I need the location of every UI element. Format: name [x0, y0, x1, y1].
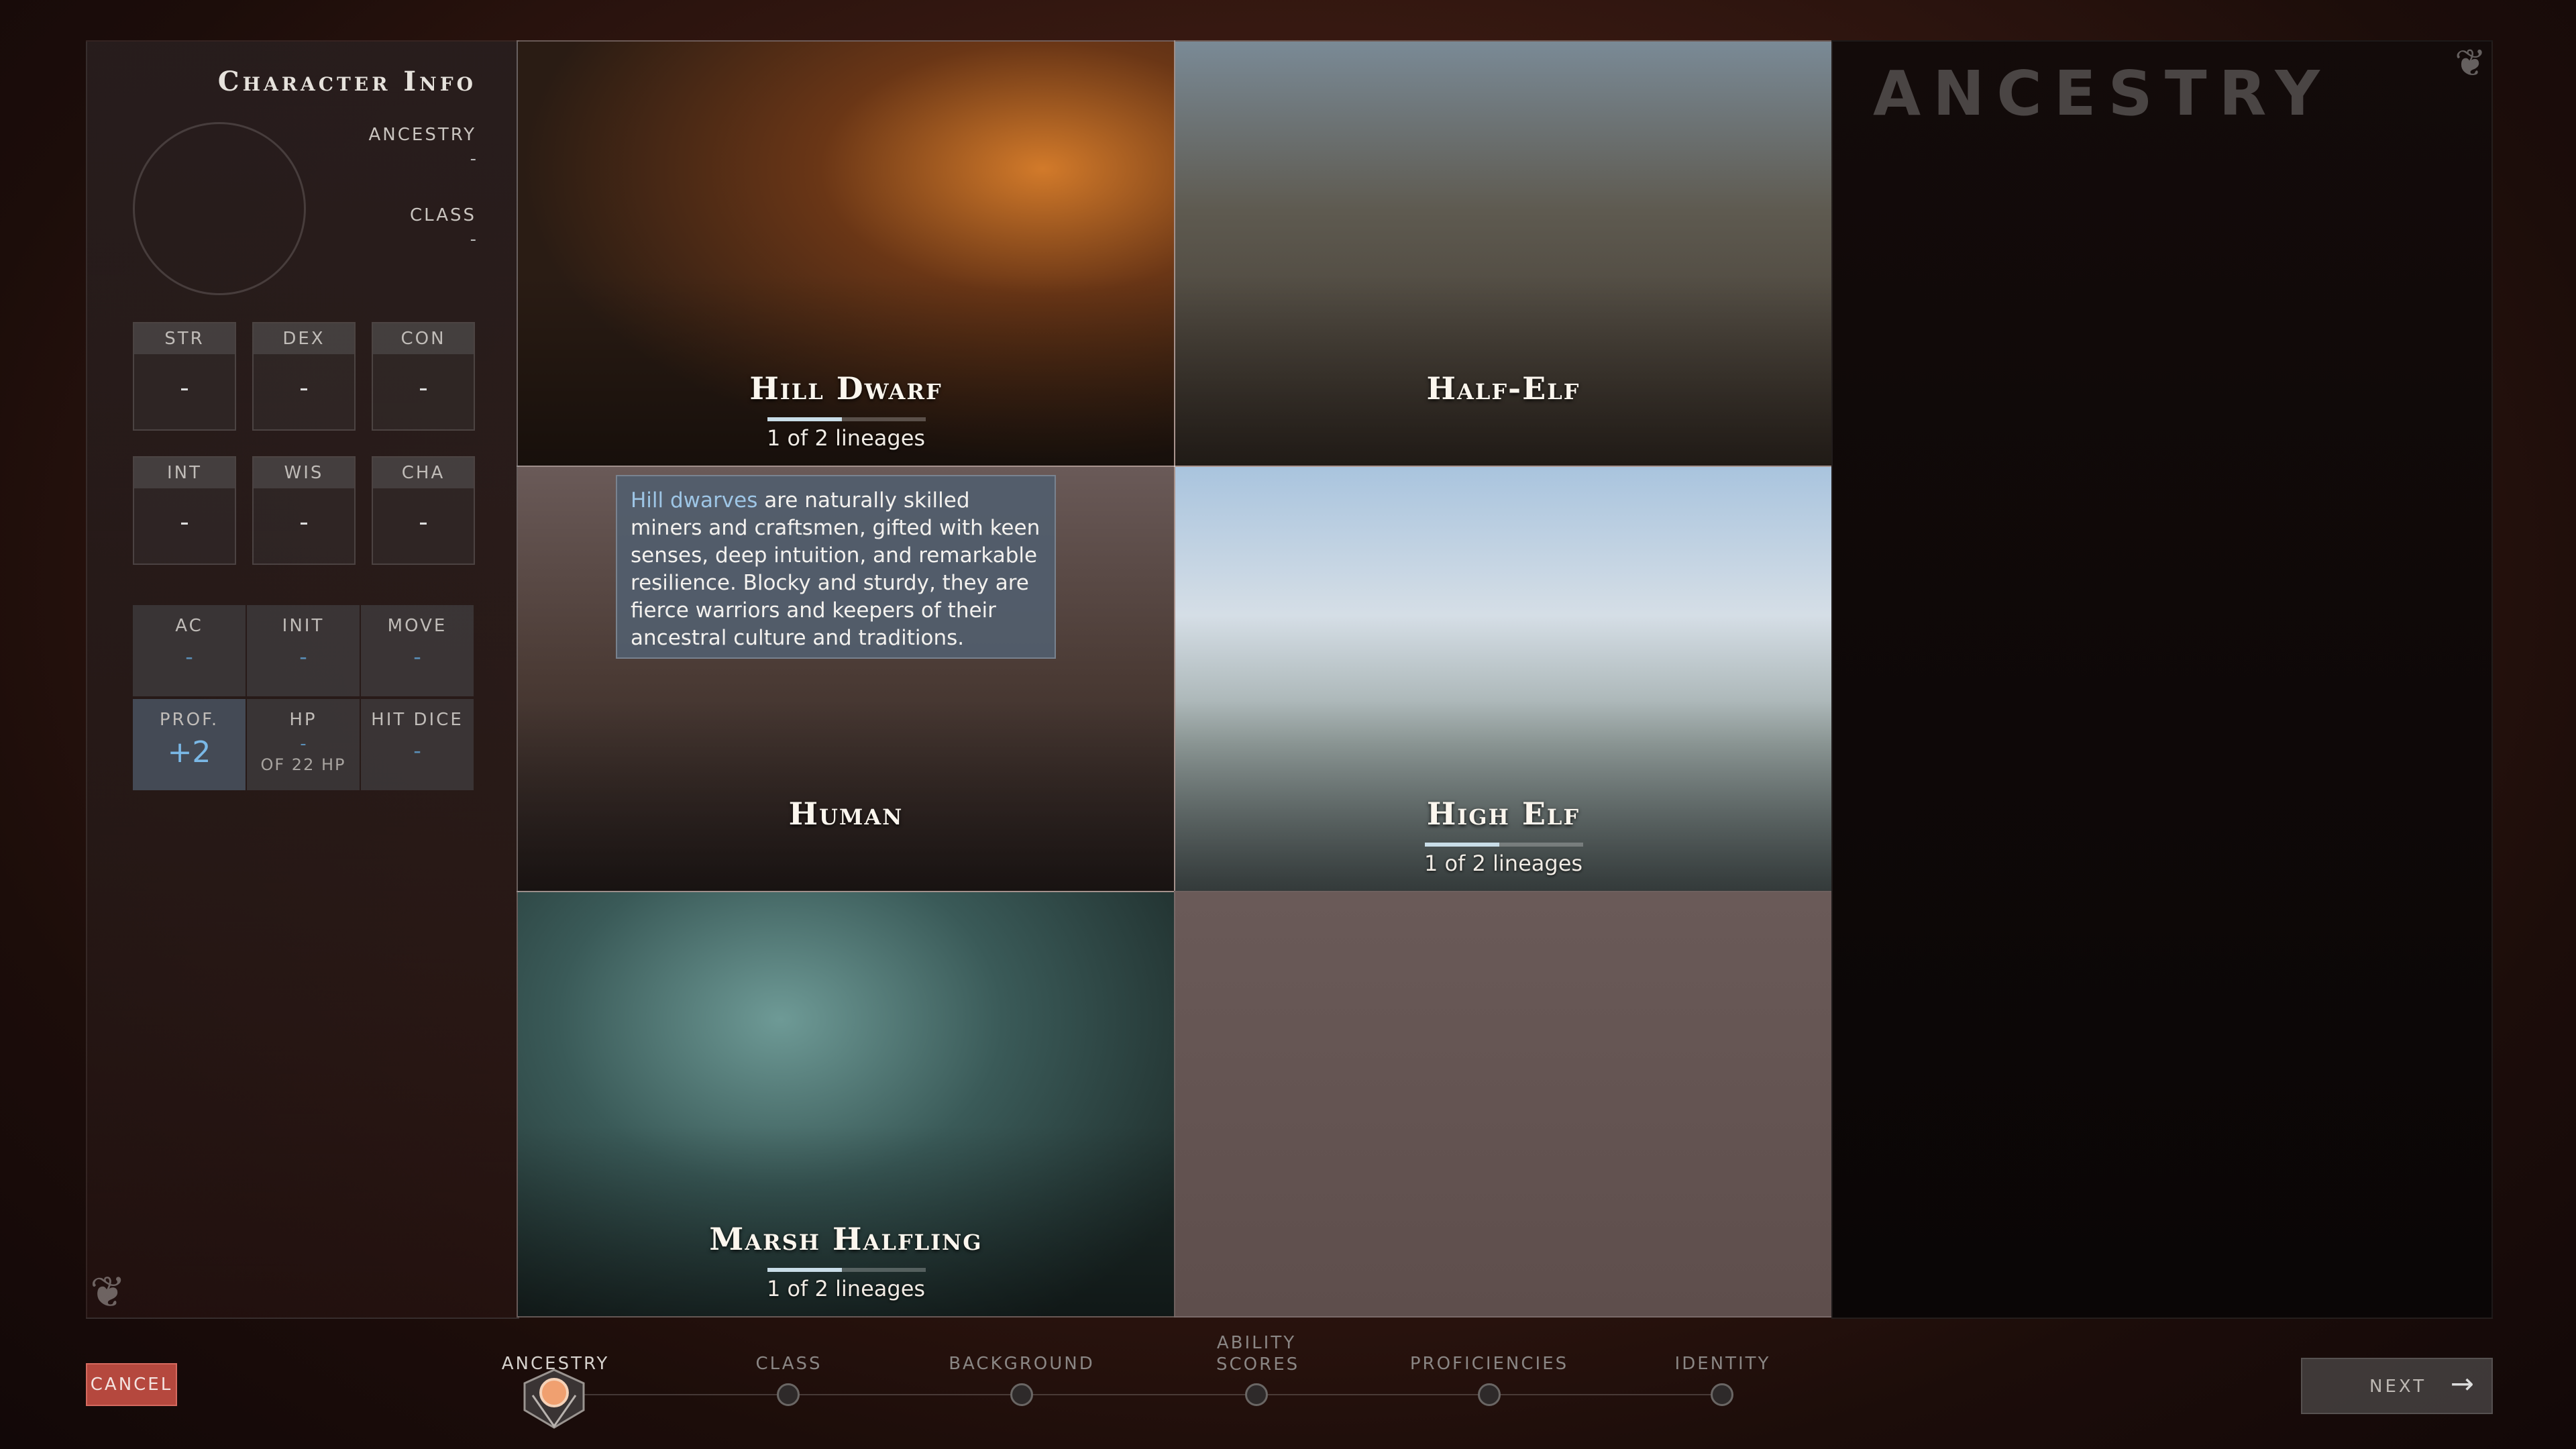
lineage-count: 1 of 2 lineages — [766, 425, 926, 451]
combat-value: - — [413, 644, 421, 669]
lineage-progress — [767, 1268, 926, 1272]
combat-label: INIT — [282, 616, 325, 636]
stat-int: INT - — [133, 456, 236, 565]
combat-ac: AC - — [133, 605, 246, 696]
lineage-count: 1 of 2 lineages — [766, 1276, 926, 1301]
step-label-background[interactable]: BACKGROUND — [934, 1354, 1109, 1374]
lineage-progress — [767, 417, 926, 421]
step-dot-background[interactable] — [1010, 1383, 1033, 1406]
combat-label: HP — [289, 710, 317, 730]
combat-value: - — [300, 734, 307, 754]
ancestry-name: Half-Elf — [1426, 370, 1580, 407]
combat-proficiency: PROF. +2 — [133, 699, 246, 790]
ancestry-name: High Elf — [1426, 796, 1580, 832]
step-dot-identity[interactable] — [1711, 1383, 1733, 1406]
stat-cha: CHA - — [372, 456, 475, 565]
ancestry-value: - — [470, 149, 476, 169]
stat-label: CHA — [373, 458, 474, 488]
stat-label: INT — [134, 458, 235, 488]
ancestry-card-marsh-halfling[interactable]: Marsh Halfling 1 of 2 lineages — [517, 891, 1175, 1318]
step-label-class[interactable]: CLASS — [702, 1354, 876, 1374]
corner-ornament-icon: ❦ — [90, 1268, 126, 1318]
arrow-right-icon: → — [2450, 1367, 2477, 1400]
class-label: CLASS — [409, 205, 476, 225]
stat-label: STR — [134, 323, 235, 354]
stat-value: - — [180, 373, 189, 402]
cancel-button[interactable]: CANCEL — [86, 1363, 177, 1406]
step-dot-ability-scores[interactable] — [1245, 1383, 1268, 1406]
combat-hp: HP - OF 22 HP — [247, 699, 360, 790]
stat-value: - — [299, 507, 309, 537]
ancestry-grid: Hill Dwarf 1 of 2 lineages Half-Elf Huma… — [517, 40, 1833, 1318]
ancestry-name: Marsh Halfling — [709, 1221, 983, 1257]
ancestry-label: ANCESTRY — [368, 125, 476, 145]
combat-label: MOVE — [387, 616, 447, 636]
combat-label: AC — [175, 616, 203, 636]
ancestry-card-hill-dwarf[interactable]: Hill Dwarf 1 of 2 lineages — [517, 40, 1175, 467]
combat-move: MOVE - — [361, 605, 474, 696]
character-info-title: Character Info — [217, 66, 476, 97]
stat-value: - — [180, 507, 189, 537]
character-info-panel: Character Info ANCESTRY - CLASS - STR - … — [86, 40, 519, 1319]
step-label-ability-scores[interactable]: ABILITY SCORES — [1169, 1332, 1344, 1375]
ancestry-panel-title: ANCESTRY — [1873, 58, 2332, 129]
stat-wis: WIS - — [252, 456, 356, 565]
lineage-progress — [1425, 843, 1583, 847]
stat-value: - — [419, 507, 428, 537]
combat-value: - — [299, 644, 307, 669]
empty-card-slot — [1174, 891, 1833, 1318]
stat-str: STR - — [133, 322, 236, 431]
ancestry-name: Human — [788, 796, 904, 832]
stat-value: - — [299, 373, 309, 402]
step-dot-proficiencies[interactable] — [1478, 1383, 1501, 1406]
ancestry-tooltip: Hill dwarves are naturally skilled miner… — [616, 475, 1056, 659]
stat-label: WIS — [254, 458, 354, 488]
combat-label: PROF. — [159, 710, 219, 730]
combat-value: +2 — [167, 735, 211, 769]
stat-label: CON — [373, 323, 474, 354]
tooltip-text: are naturally skilled miners and craftsm… — [631, 488, 1040, 650]
active-step-marker-icon[interactable] — [521, 1368, 588, 1429]
combat-hit-dice: HIT DICE - — [361, 699, 474, 790]
stat-label: DEX — [254, 323, 354, 354]
lineage-progress-fill — [767, 1268, 842, 1272]
ancestry-card-half-elf[interactable]: Half-Elf — [1174, 40, 1833, 467]
next-label: NEXT — [2369, 1377, 2427, 1397]
ancestry-detail-panel: ANCESTRY ❦ — [1831, 40, 2493, 1319]
stat-con: CON - — [372, 322, 475, 431]
lineage-progress-fill — [1425, 843, 1499, 847]
combat-label: HIT DICE — [371, 710, 464, 730]
step-progress-line — [555, 1394, 1723, 1395]
hp-max: OF 22 HP — [260, 755, 346, 774]
combat-init: INIT - — [247, 605, 360, 696]
lineage-progress-fill — [767, 417, 842, 421]
stat-dex: DEX - — [252, 322, 356, 431]
combat-value: - — [413, 738, 421, 763]
step-label-identity[interactable]: IDENTITY — [1635, 1354, 1810, 1374]
next-button[interactable]: NEXT → — [2301, 1358, 2493, 1414]
step-label-proficiencies[interactable]: PROFICIENCIES — [1402, 1354, 1576, 1374]
corner-ornament-icon: ❦ — [2455, 42, 2486, 85]
portrait-placeholder — [133, 122, 306, 295]
tooltip-highlight: Hill dwarves — [631, 488, 758, 513]
ancestry-name: Hill Dwarf — [749, 370, 943, 407]
class-value: - — [470, 229, 476, 250]
combat-value: - — [185, 644, 193, 669]
ancestry-card-high-elf[interactable]: High Elf 1 of 2 lineages — [1174, 466, 1833, 892]
step-dot-class[interactable] — [777, 1383, 800, 1406]
lineage-count: 1 of 2 lineages — [1424, 851, 1583, 876]
stat-value: - — [419, 373, 428, 402]
